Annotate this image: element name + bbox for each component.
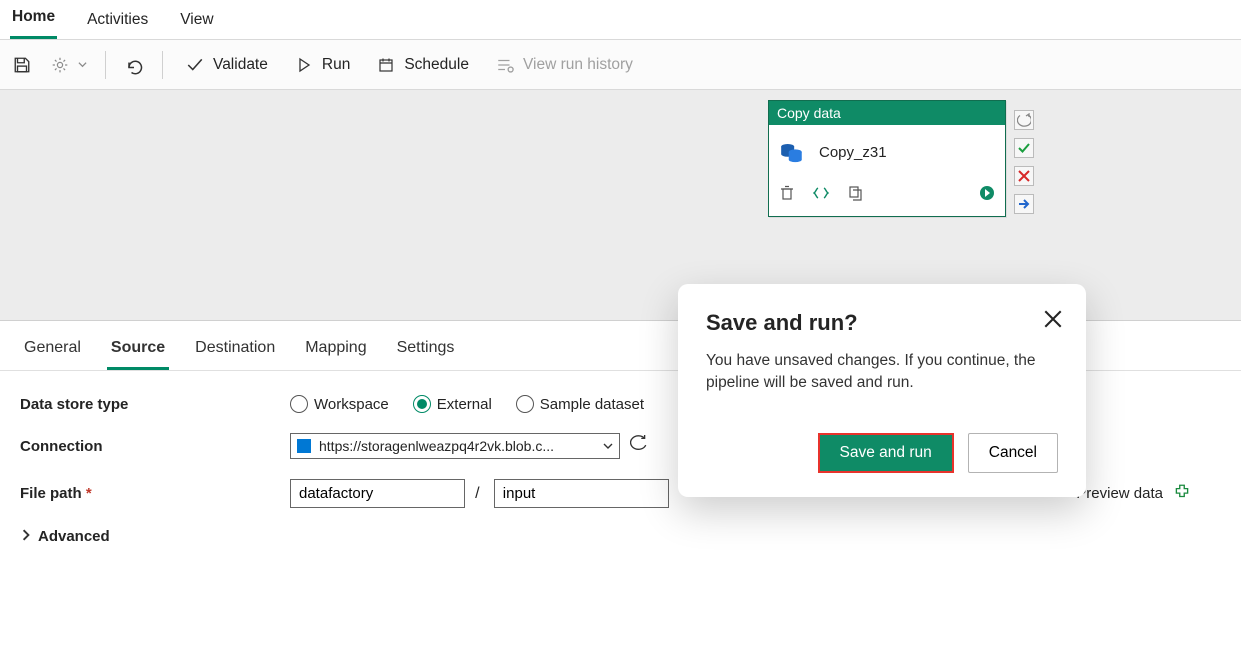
chevron-down-icon <box>78 56 87 74</box>
radio-sample-label: Sample dataset <box>540 396 644 413</box>
advanced-section[interactable]: Advanced <box>20 528 1221 545</box>
gear-icon <box>50 55 70 75</box>
status-deactivated-icon[interactable] <box>1014 110 1034 130</box>
tab-mapping[interactable]: Mapping <box>301 333 370 370</box>
validate-button[interactable]: Validate <box>179 51 274 79</box>
tab-settings[interactable]: Settings <box>393 333 459 370</box>
plugin-icon[interactable] <box>1173 483 1191 505</box>
tab-view[interactable]: View <box>178 7 215 39</box>
file-path-label: File path <box>20 485 290 502</box>
connection-label: Connection <box>20 438 290 455</box>
file-path-container-input[interactable] <box>290 479 465 508</box>
activity-code-button[interactable] <box>813 185 829 206</box>
database-icon <box>779 139 805 165</box>
radio-icon <box>516 395 534 413</box>
connection-value: https://storagenlweazpq4r2vk.blob.c... <box>319 438 554 454</box>
path-separator: / <box>475 485 479 502</box>
radio-workspace-label: Workspace <box>314 396 389 413</box>
radio-external[interactable]: External <box>413 395 492 413</box>
save-and-run-button[interactable]: Save and run <box>820 435 952 471</box>
schedule-label: Schedule <box>404 56 469 74</box>
activity-copy-data[interactable]: Copy data Copy_z31 <box>768 100 1006 217</box>
advanced-label: Advanced <box>38 528 110 545</box>
radio-icon <box>413 395 431 413</box>
status-fail-icon[interactable] <box>1014 166 1034 186</box>
connection-dropdown[interactable]: https://storagenlweazpq4r2vk.blob.c... <box>290 433 620 459</box>
undo-button[interactable] <box>122 51 146 79</box>
activity-output-handle[interactable] <box>979 185 995 206</box>
run-label: Run <box>322 56 350 74</box>
activity-name: Copy_z31 <box>819 144 887 161</box>
tutorial-highlight: Save and run <box>818 433 954 473</box>
toolbar-separator <box>162 51 163 79</box>
azure-storage-icon <box>297 439 311 453</box>
history-icon <box>495 55 515 75</box>
activity-header: Copy data <box>769 101 1005 125</box>
close-icon <box>1044 310 1062 328</box>
history-label: View run history <box>523 56 633 74</box>
data-store-type-label: Data store type <box>20 396 290 413</box>
delete-activity-button[interactable] <box>779 185 795 206</box>
status-success-icon[interactable] <box>1014 138 1034 158</box>
tab-general[interactable]: General <box>20 333 85 370</box>
tab-source[interactable]: Source <box>107 333 169 370</box>
refresh-connection-button[interactable] <box>630 435 648 457</box>
view-run-history-button[interactable]: View run history <box>489 51 639 79</box>
radio-icon <box>290 395 308 413</box>
dialog-body: You have unsaved changes. If you continu… <box>706 350 1058 393</box>
check-icon <box>185 55 205 75</box>
status-skip-icon[interactable] <box>1014 194 1034 214</box>
radio-sample-dataset[interactable]: Sample dataset <box>516 395 644 413</box>
calendar-icon <box>376 55 396 75</box>
validate-label: Validate <box>213 56 268 74</box>
toolbar-separator <box>105 51 106 79</box>
activity-status-icons <box>1014 110 1034 214</box>
preview-data-button[interactable]: Preview data <box>1076 485 1163 502</box>
file-path-inputs: / <box>290 479 669 508</box>
dialog-close-button[interactable] <box>1040 306 1066 337</box>
tab-activities[interactable]: Activities <box>85 7 150 39</box>
radio-external-label: External <box>437 396 492 413</box>
tab-home[interactable]: Home <box>10 4 57 39</box>
file-path-folder-input[interactable] <box>494 479 669 508</box>
schedule-button[interactable]: Schedule <box>370 51 475 79</box>
chevron-right-icon <box>20 528 32 545</box>
cancel-button[interactable]: Cancel <box>968 433 1058 473</box>
copy-activity-button[interactable] <box>847 185 863 206</box>
play-icon <box>294 55 314 75</box>
top-nav: Home Activities View <box>0 0 1241 40</box>
data-store-type-radiogroup: Workspace External Sample dataset <box>290 395 644 413</box>
save-and-run-dialog: Save and run? You have unsaved changes. … <box>678 284 1086 497</box>
settings-dropdown[interactable] <box>48 51 89 79</box>
radio-workspace[interactable]: Workspace <box>290 395 389 413</box>
undo-icon <box>124 55 144 75</box>
toolbar: Validate Run Schedule View run history <box>0 40 1241 90</box>
save-button[interactable] <box>10 51 34 79</box>
tab-destination[interactable]: Destination <box>191 333 279 370</box>
run-button[interactable]: Run <box>288 51 356 79</box>
chevron-down-icon <box>603 438 613 454</box>
save-icon <box>12 55 32 75</box>
dialog-title: Save and run? <box>706 310 1058 336</box>
